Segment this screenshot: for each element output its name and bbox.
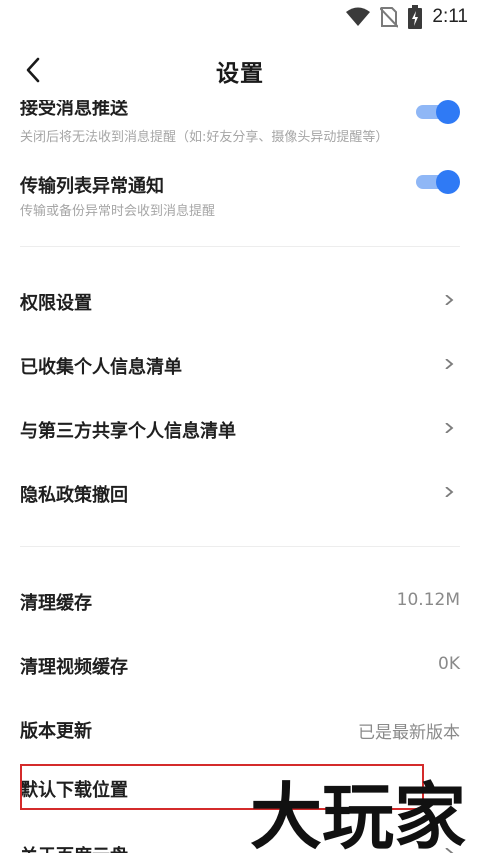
battery-charging-icon: [408, 5, 423, 29]
general-item-version-update[interactable]: 版本更新 已是最新版本: [20, 704, 460, 752]
app-bar: 设置: [0, 40, 480, 100]
general-item-clear-cache[interactable]: 清理缓存 10.12M: [20, 576, 460, 624]
privacy-item-policy-withdraw[interactable]: 隐私政策撤回: [20, 468, 460, 516]
item-label: 关于百度云盘: [20, 842, 128, 853]
setting-title: 接受消息推送: [20, 100, 128, 119]
divider: [20, 546, 460, 547]
chevron-right-icon: [445, 359, 454, 369]
status-time: 2:11: [432, 6, 468, 27]
version-status-value: 已是最新版本: [358, 723, 460, 743]
chevron-right-icon: [445, 487, 454, 497]
wifi-icon: [346, 7, 371, 26]
setting-transfer-error-notice: 传输列表异常通知 传输或备份异常时会收到消息提醒: [20, 170, 460, 219]
watermark-logo: 大玩家: [250, 775, 466, 852]
cache-size-value: 10.12M: [396, 590, 460, 610]
item-label: 与第三方共享个人信息清单: [20, 421, 236, 442]
item-label: 已收集个人信息清单: [20, 357, 182, 378]
toggle-knob: [436, 100, 460, 124]
item-label: 隐私政策撤回: [20, 485, 128, 506]
privacy-item-collected-info[interactable]: 已收集个人信息清单: [20, 340, 460, 388]
push-messages-toggle[interactable]: [416, 100, 460, 124]
status-bar: 2:11: [0, 0, 480, 34]
status-icons: 2:11: [346, 4, 468, 30]
watermark-text: 大玩家: [250, 775, 466, 852]
page-title: 设置: [216, 61, 264, 87]
setting-push-messages: 接受消息推送 关闭后将无法收到消息提醒（如:好友分享、摄像头异动提醒等）: [20, 100, 460, 148]
chevron-right-icon: [445, 295, 454, 305]
item-label: 清理缓存: [20, 593, 92, 614]
transfer-error-toggle[interactable]: [416, 170, 460, 194]
general-item-clear-video-cache[interactable]: 清理视频缓存 0K: [20, 640, 460, 688]
setting-subtitle: 关闭后将无法收到消息提醒（如:好友分享、摄像头异动提醒等）: [20, 130, 389, 145]
privacy-item-third-party-sharing[interactable]: 与第三方共享个人信息清单: [20, 404, 460, 452]
privacy-item-permissions[interactable]: 权限设置: [20, 276, 460, 324]
video-cache-size-value: 0K: [438, 654, 460, 674]
chevron-right-icon: [445, 423, 454, 433]
setting-subtitle: 传输或备份异常时会收到消息提醒: [20, 204, 216, 219]
divider: [20, 246, 460, 247]
item-label: 版本更新: [20, 721, 92, 742]
toggle-knob: [436, 170, 460, 194]
item-label: 清理视频缓存: [20, 657, 128, 678]
settings-list: 接受消息推送 关闭后将无法收到消息提醒（如:好友分享、摄像头异动提醒等） 传输列…: [0, 100, 480, 853]
setting-title: 传输列表异常通知: [20, 176, 164, 197]
item-label: 权限设置: [20, 293, 92, 314]
no-sim-icon: [380, 7, 399, 28]
